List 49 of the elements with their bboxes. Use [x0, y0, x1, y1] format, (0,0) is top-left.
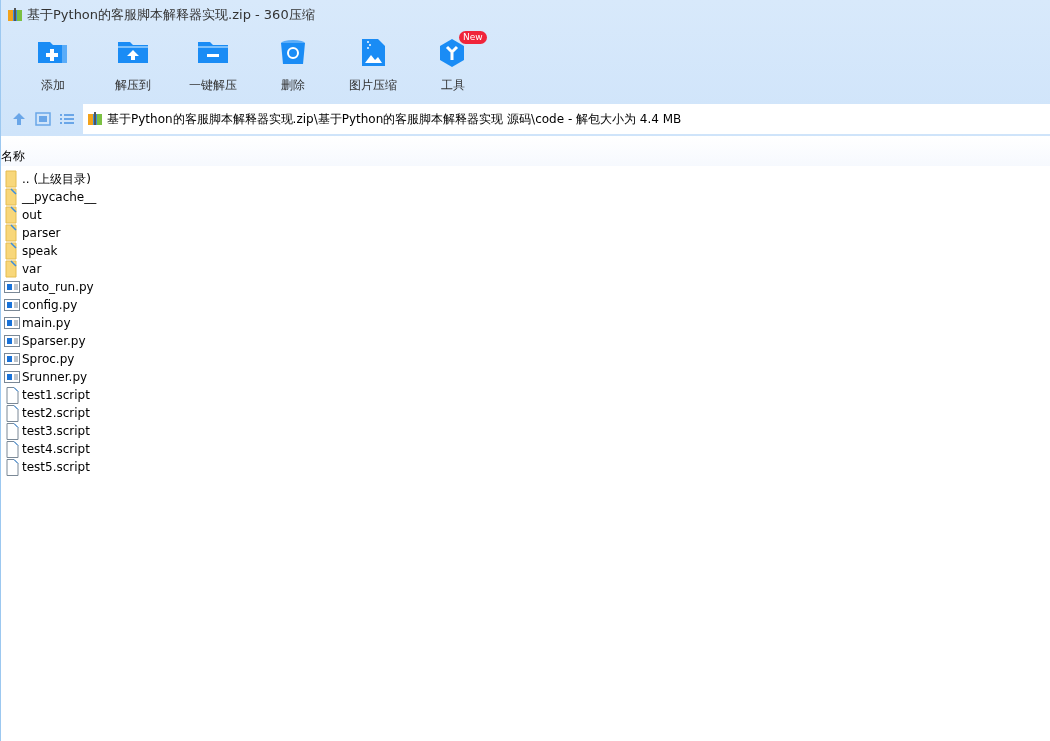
window-title: 基于Python的客服脚本解释器实现.zip - 360压缩	[27, 6, 315, 25]
toolbar-button[interactable]: 添加	[13, 30, 93, 98]
file-row[interactable]: .. (上级目录)	[1, 170, 1050, 188]
toolbar-button[interactable]: 解压到	[93, 30, 173, 98]
python-file-icon	[4, 368, 20, 386]
file-row[interactable]: config.py	[1, 296, 1050, 314]
toolbar-button[interactable]: 一键解压	[173, 30, 253, 98]
file-row[interactable]: Srunner.py	[1, 368, 1050, 386]
file-icon	[4, 404, 20, 422]
file-row[interactable]: speak	[1, 242, 1050, 260]
folder-icon	[4, 170, 20, 188]
file-row[interactable]: var	[1, 260, 1050, 278]
file-row[interactable]: test1.script	[1, 386, 1050, 404]
folder-icon	[4, 206, 20, 224]
file-icon	[4, 386, 20, 404]
python-file-icon	[4, 314, 20, 332]
address-field[interactable]: 基于Python的客服脚本解释器实现.zip\基于Python的客服脚本解释器实现 源码\code - 解包大小为 4.4 MB	[83, 104, 1050, 134]
file-row[interactable]: test2.script	[1, 404, 1050, 422]
file-row[interactable]: main.py	[1, 314, 1050, 332]
file-row[interactable]: test3.script	[1, 422, 1050, 440]
file-row[interactable]: auto_run.py	[1, 278, 1050, 296]
archive-icon	[87, 111, 103, 127]
up-arrow-icon[interactable]	[11, 111, 27, 127]
python-file-icon	[4, 296, 20, 314]
folder-icon	[4, 188, 20, 206]
column-header[interactable]: 名称	[1, 147, 25, 166]
folder-icon	[4, 260, 20, 278]
file-row[interactable]: out	[1, 206, 1050, 224]
file-row[interactable]: test5.script	[1, 458, 1050, 476]
file-row[interactable]: Sproc.py	[1, 350, 1050, 368]
file-icon	[4, 422, 20, 440]
list-view-icon[interactable]	[59, 111, 75, 127]
file-icon	[4, 440, 20, 458]
toolbar-button[interactable]: 图片压缩	[333, 30, 413, 98]
file-row[interactable]: parser	[1, 224, 1050, 242]
folder-icon	[4, 224, 20, 242]
python-file-icon	[4, 350, 20, 368]
python-file-icon	[4, 332, 20, 350]
archive-icon	[7, 7, 23, 23]
file-row[interactable]: test4.script	[1, 440, 1050, 458]
new-badge: New	[459, 31, 487, 44]
folder-icon	[4, 242, 20, 260]
toolbar-button[interactable]: New 工具	[413, 30, 493, 98]
thumbnail-view-icon[interactable]	[35, 111, 51, 127]
file-row[interactable]: Sparser.py	[1, 332, 1050, 350]
file-icon	[4, 458, 20, 476]
file-row[interactable]: __pycache__	[1, 188, 1050, 206]
python-file-icon	[4, 278, 20, 296]
toolbar-button[interactable]: 删除	[253, 30, 333, 98]
